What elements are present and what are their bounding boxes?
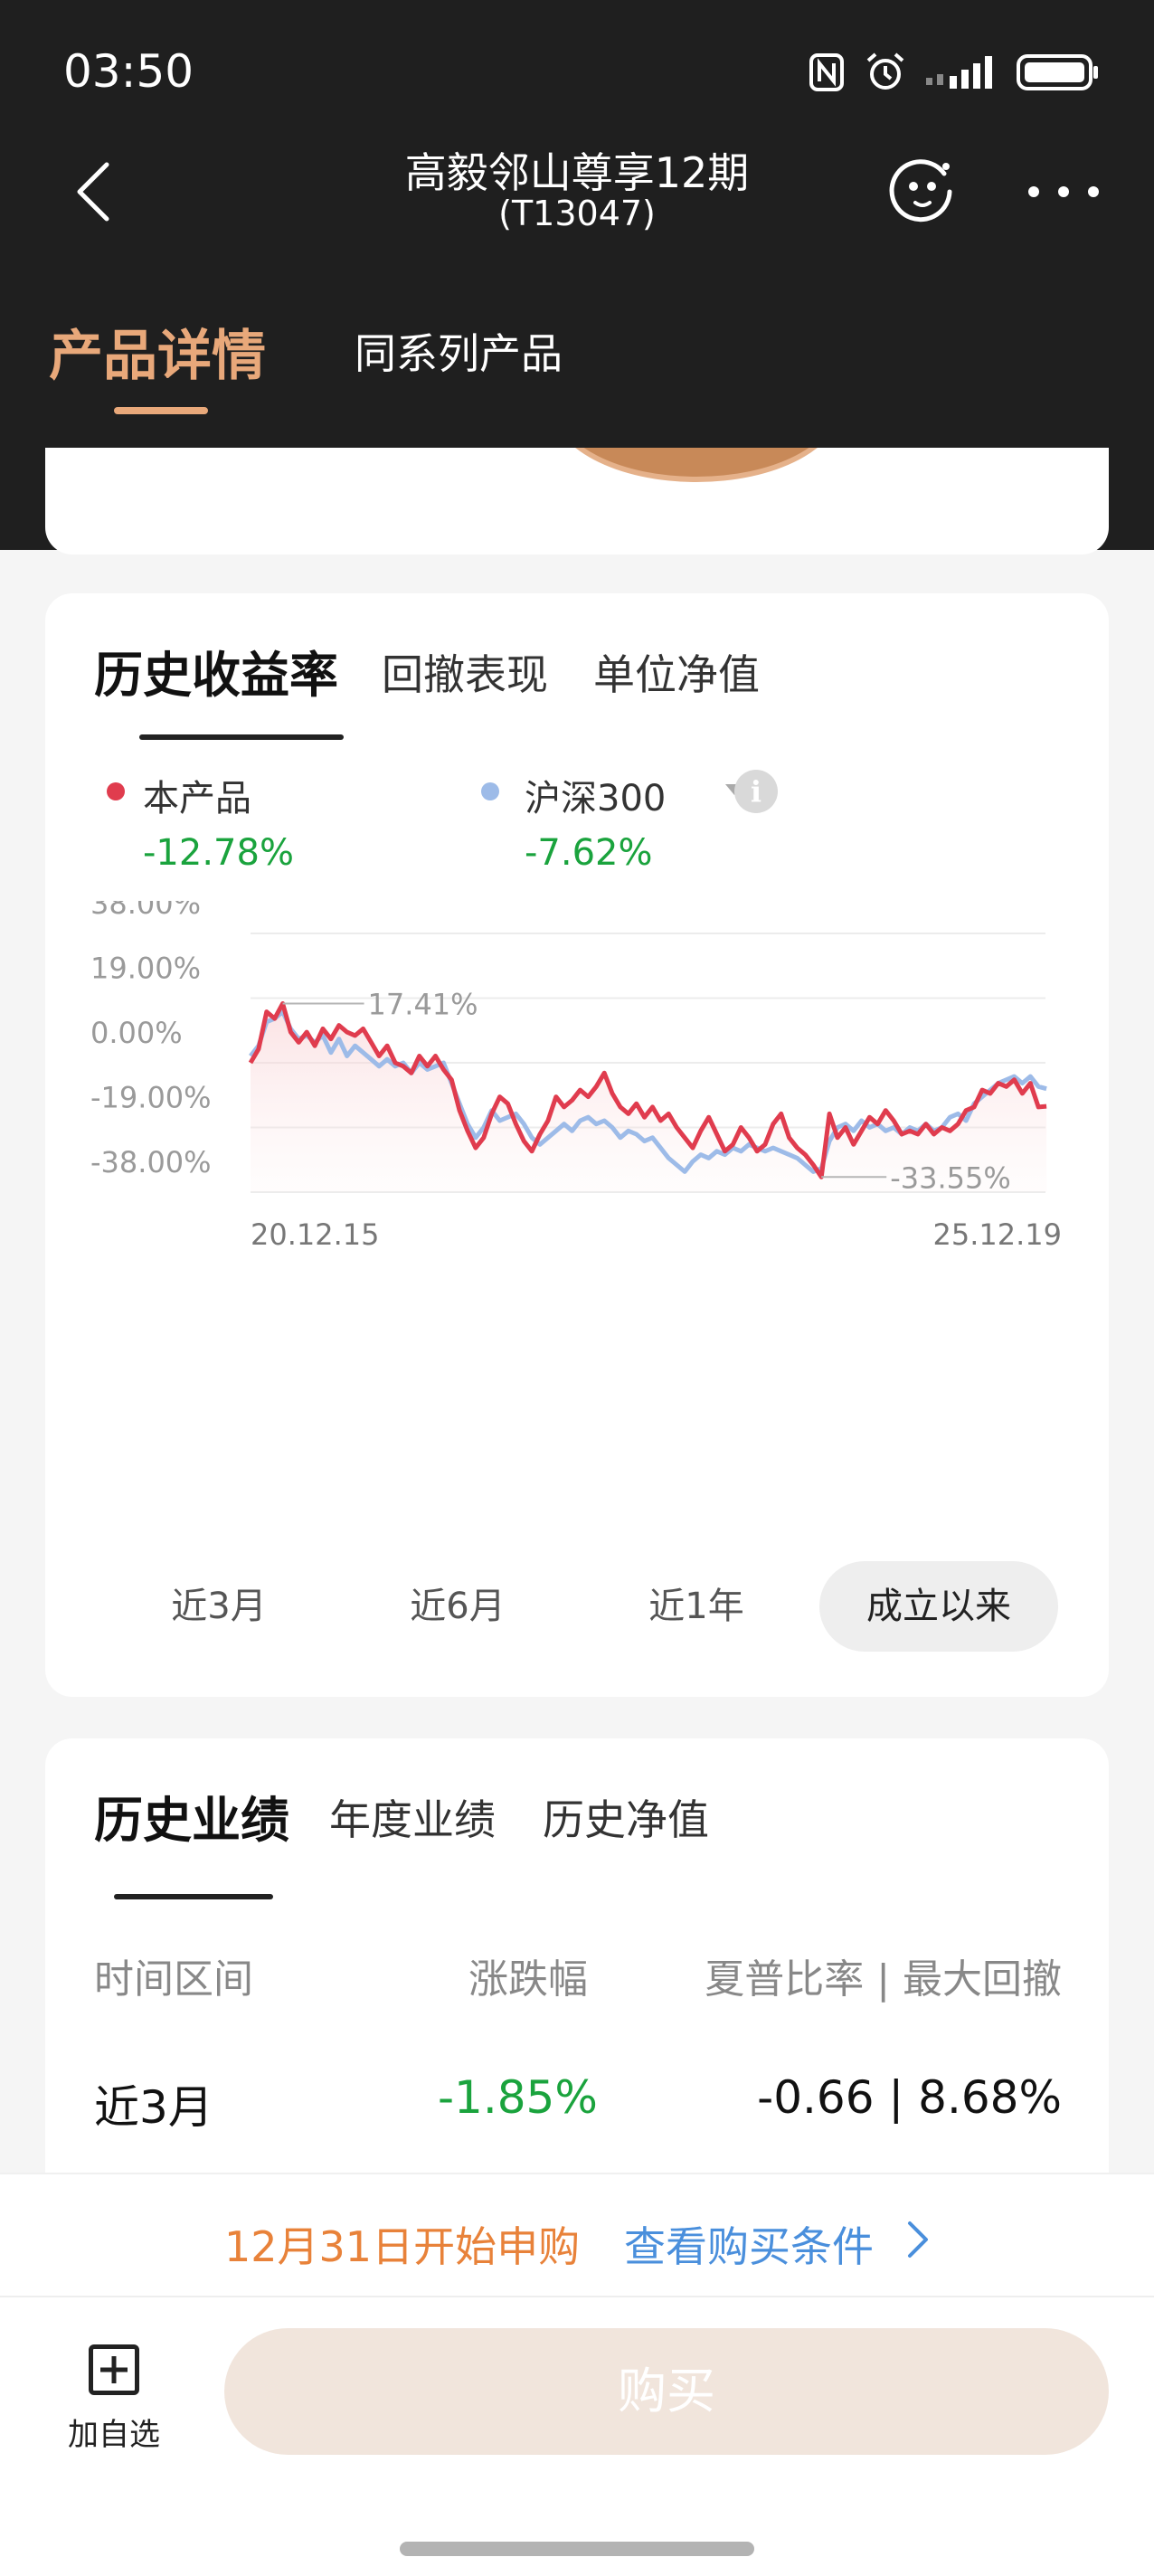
buy-button[interactable]: 购买 — [224, 2328, 1109, 2455]
legend-value-product: -12.78% — [143, 832, 294, 874]
range-3m-button[interactable]: 近3月 — [99, 1561, 338, 1652]
purchase-notice: 12月31日开始申购 查看购买条件 — [0, 2173, 1154, 2297]
tab-product-detail[interactable]: 产品详情 — [49, 312, 266, 391]
header-period: 时间区间 — [94, 1956, 253, 2003]
range-1y-button[interactable]: 近1年 — [577, 1561, 816, 1652]
tab-annual-performance[interactable]: 年度业绩 — [329, 1787, 496, 1847]
alarm-icon — [866, 52, 904, 90]
add-watchlist-button[interactable]: 加自选 — [63, 2344, 165, 2454]
annotation-label: -33.55% — [890, 1160, 1011, 1195]
nfc-icon — [809, 53, 844, 91]
perf-tab-indicator — [114, 1894, 273, 1899]
subscription-date-text: 12月31日开始申购 — [224, 2222, 581, 2271]
chevron-right-icon[interactable] — [904, 2220, 932, 2259]
active-tab-indicator — [114, 407, 208, 414]
product-code: (T13047) — [498, 194, 656, 233]
row-period: 近3月 — [94, 2081, 213, 2134]
range-inception-button[interactable]: 成立以来 — [819, 1561, 1058, 1652]
x-start-label: 20.12.15 — [251, 1217, 380, 1252]
tab-historical-return[interactable]: 历史收益率 — [94, 635, 338, 706]
add-watchlist-label[interactable]: 加自选 — [63, 2410, 165, 2454]
tab-unit-nav[interactable]: 单位净值 — [593, 642, 760, 702]
more-icon[interactable] — [1027, 185, 1100, 198]
bottom-action-bar: 加自选 购买 — [0, 2297, 1154, 2576]
tab-series-products[interactable]: 同系列产品 — [355, 321, 563, 381]
signal-icon — [926, 56, 992, 89]
header-sharpe-drawdown: 夏普比率 | 最大回撤 — [705, 1956, 1062, 2003]
x-end-label: 25.12.19 — [933, 1217, 1063, 1252]
tab-drawdown[interactable]: 回撤表现 — [382, 642, 548, 702]
annotation-label: 17.41% — [368, 987, 478, 1021]
performance-card: 历史业绩 年度业绩 历史净值 时间区间 涨跌幅 夏普比率 | 最大回撤 近3月 … — [45, 1738, 1109, 2209]
y-tick-label: 19.00% — [90, 952, 201, 986]
legend-dot-benchmark — [481, 782, 499, 800]
assistant-icon[interactable] — [888, 157, 957, 226]
return-line-chart[interactable]: 38.00% 19.00% 0.00% -19.00% -38.00% 17.41% -33… — [45, 901, 1109, 1264]
chart-tab-indicator — [139, 734, 344, 740]
y-tick-label: -19.00% — [90, 1081, 212, 1115]
info-icon[interactable]: i — [734, 770, 778, 813]
legend-dot-product — [107, 782, 125, 800]
header-area: 03:50 高毅邻山尊享12期 (T13047) 产品详情 同系列产品 — [0, 0, 1154, 554]
legend-value-benchmark: -7.62% — [525, 832, 653, 874]
previous-card-bottom — [45, 448, 1109, 554]
header-change: 涨跌幅 — [468, 1956, 588, 2003]
range-6m-button[interactable]: 近6月 — [338, 1561, 577, 1652]
page-title: 高毅邻山尊享12期 — [404, 148, 750, 197]
legend-label-benchmark[interactable]: 沪深300 — [525, 769, 666, 821]
purchase-conditions-link[interactable]: 查看购买条件 — [624, 2214, 874, 2274]
tab-historical-nav[interactable]: 历史净值 — [543, 1787, 709, 1847]
tab-historical-performance[interactable]: 历史业绩 — [94, 1780, 289, 1852]
row-change: -1.85% — [438, 2071, 598, 2124]
row-sharpe-drawdown: -0.66 | 8.68% — [757, 2071, 1062, 2124]
add-watchlist-icon[interactable] — [89, 2344, 139, 2395]
y-tick-label: -38.00% — [90, 1145, 212, 1179]
battery-icon — [1017, 54, 1098, 90]
status-time: 03:50 — [63, 45, 194, 98]
status-icons — [809, 51, 1100, 94]
banner-bubble — [552, 448, 841, 482]
y-tick-label: 38.00% — [90, 901, 201, 921]
y-tick-label: 0.00% — [90, 1016, 183, 1050]
legend-label-product: 本产品 — [143, 778, 251, 819]
home-indicator[interactable] — [400, 2542, 754, 2556]
return-chart-card: 历史收益率 回撤表现 单位净值 本产品 -12.78% 沪深300 i -7.6… — [45, 593, 1109, 1697]
